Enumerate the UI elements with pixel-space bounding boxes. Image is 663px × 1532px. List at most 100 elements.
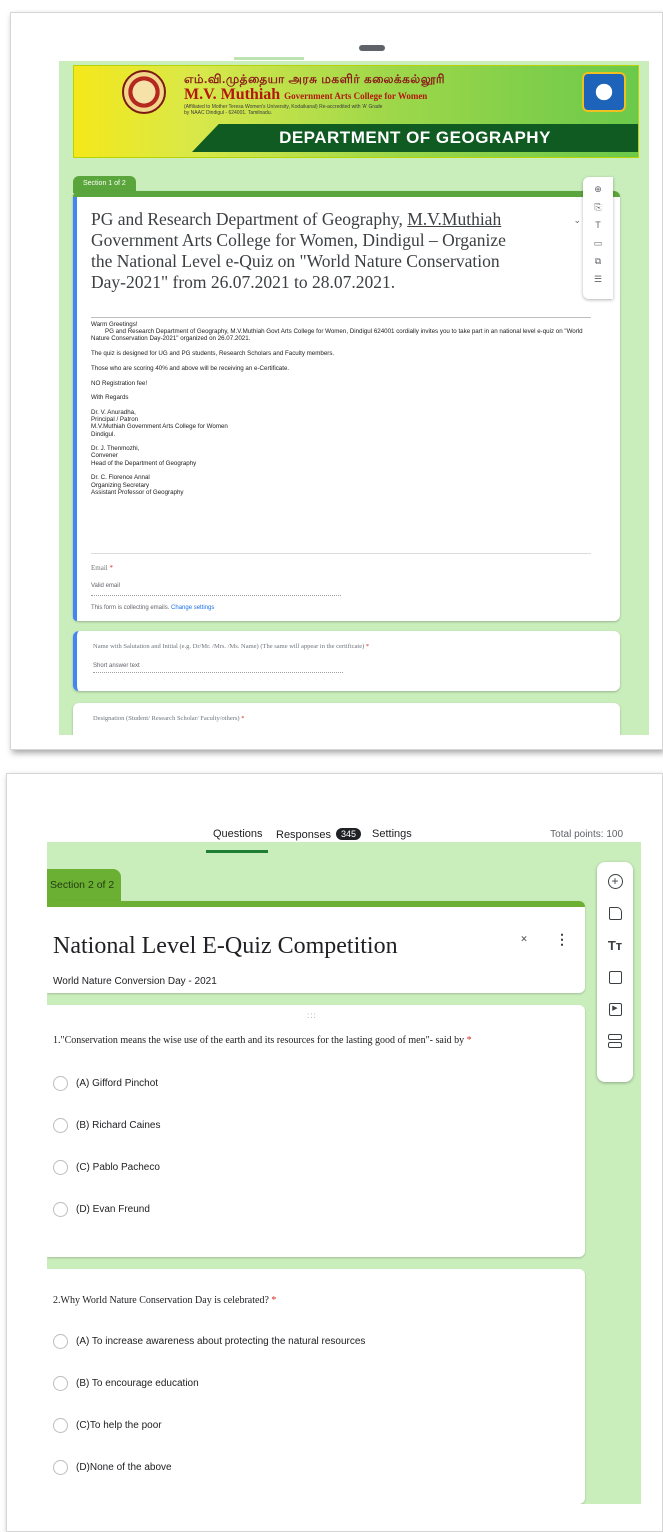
option-radio[interactable]: (B) Richard Caines [53, 1117, 160, 1133]
option-label: (A) To increase awareness about protecti… [76, 1335, 366, 1347]
naac-logo-icon [582, 72, 626, 112]
invite-text: PG and Research Department of Geography,… [91, 328, 583, 343]
add-section-icon[interactable]: ☰ [592, 273, 604, 285]
form-title-college: M.V.Muthiah [407, 209, 502, 229]
option-label: (B) Richard Caines [76, 1119, 161, 1131]
short-answer-field[interactable]: Short answer text [93, 663, 343, 673]
department-ribbon: DEPARTMENT OF GEOGRAPHY [192, 124, 638, 152]
responses-count-badge: 345 [336, 828, 362, 840]
tab-settings[interactable]: Settings [372, 828, 412, 840]
option-label: (C) Pablo Pacheco [76, 1161, 160, 1173]
radio-button[interactable] [53, 1159, 68, 1175]
add-video-icon[interactable]: ▶ [606, 1000, 624, 1018]
collapse-section-icon[interactable]: ⌄ ⌃ [519, 929, 529, 949]
radio-button[interactable] [53, 1375, 68, 1391]
option-radio[interactable]: (A) To increase awareness about protecti… [53, 1333, 365, 1349]
section-title-card[interactable]: National Level E-Quiz Competition World … [47, 901, 585, 993]
total-points: Total points: 100 [550, 829, 623, 840]
option-radio[interactable]: (B) To encourage education [53, 1375, 199, 1391]
option-label: (C)To help the poor [76, 1419, 162, 1431]
top-bar [59, 13, 649, 61]
screenshot-form-section-2: Questions Responses 345 Settings Total po… [6, 773, 663, 1532]
add-image-icon[interactable]: ▭ [592, 237, 604, 249]
add-title-icon[interactable]: Tт [606, 936, 624, 954]
section-label: Section 2 of 2 [47, 869, 121, 901]
option-radio[interactable]: (C)To help the poor [53, 1417, 162, 1433]
collapse-icon[interactable]: ⌄ [573, 215, 581, 226]
form-title-part2: Government Arts College for Women, Dindi… [91, 230, 506, 292]
question-1-text: 1."Conservation means the wise use of th… [53, 1035, 472, 1046]
radio-button[interactable] [53, 1459, 68, 1475]
radio-button[interactable] [53, 1117, 68, 1133]
patron-text: Dr. V. Anuradha, Principal / Patron M.V.… [91, 408, 228, 438]
secretary-text: Dr. C. Florence Annal Organizing Secreta… [91, 474, 184, 496]
section-description[interactable]: World Nature Conversion Day - 2021 [53, 976, 217, 987]
add-image-icon[interactable] [606, 968, 624, 986]
header-banner: எம்.வி.முத்தையா அரசு மகளிர் கலைக்கல்லூரி… [73, 65, 639, 158]
form-editor-canvas-1: எம்.வி.முத்தையா அரசு மகளிர் கலைக்கல்லூரி… [59, 13, 649, 735]
regards-text: With Regards [91, 394, 129, 402]
drag-handle-icon[interactable]: ::: [307, 1011, 317, 1020]
option-label: (D)None of the above [76, 1461, 172, 1473]
screenshot-form-section-1: எம்.வி.முத்தையா அரசு மகளிர் கலைக்கல்லூரி… [10, 12, 663, 750]
option-radio[interactable]: (D) Evan Freund [53, 1201, 150, 1217]
active-card-indicator [73, 197, 77, 621]
radio-button[interactable] [53, 1417, 68, 1433]
required-mark: * [109, 564, 113, 572]
tab-underline [234, 57, 304, 60]
fee-text: NO Registration fee! [91, 379, 148, 387]
form-title-part1: PG and Research Department of Geography, [91, 209, 408, 229]
floating-toolbar: + Tт ▶ [597, 862, 633, 1082]
add-question-icon[interactable]: ⊕ [592, 183, 604, 195]
college-affiliation: (Affiliated to Mother Teresa Women's Uni… [184, 104, 383, 116]
option-label: (B) To encourage education [76, 1377, 199, 1389]
email-field[interactable]: Valid email [91, 583, 341, 596]
add-question-icon[interactable]: + [606, 872, 624, 890]
greeting-text: Warm Greetings! [91, 321, 138, 328]
form-description[interactable]: Warm Greetings! PG and Research Departmen… [91, 321, 591, 503]
convener-text: Dr. J. Thenmozhi, Convener Head of the D… [91, 445, 197, 467]
header-indicator [359, 45, 385, 51]
college-logo-icon [122, 70, 166, 114]
add-title-icon[interactable]: T [592, 219, 604, 231]
tab-responses[interactable]: Responses 345 [276, 828, 362, 841]
form-tabs-bar: Questions Responses 345 Settings Total po… [47, 784, 641, 842]
certificate-text: Those who are scoring 40% and above will… [91, 364, 290, 372]
question-name-label: Name with Salutation and Initial (e.g. D… [93, 643, 370, 650]
option-label: (A) Gifford Pinchot [76, 1077, 159, 1089]
email-collection-note: This form is collecting emails. Change s… [91, 605, 215, 611]
option-radio[interactable]: (D)None of the above [53, 1459, 172, 1475]
radio-button[interactable] [53, 1075, 68, 1091]
tab-questions[interactable]: Questions [213, 828, 263, 840]
radio-button[interactable] [53, 1333, 68, 1349]
question-2-text: 2.Why World Nature Conservation Day is c… [53, 1295, 277, 1306]
more-vert-icon[interactable]: ⋮ [555, 931, 569, 948]
option-radio[interactable]: (C) Pablo Pacheco [53, 1159, 160, 1175]
change-settings-link[interactable]: Change settings [171, 605, 214, 611]
question-card-1[interactable]: ::: 1."Conservation means the wise use o… [47, 1005, 585, 1257]
email-label: Email * [91, 564, 113, 572]
import-questions-icon[interactable] [606, 904, 624, 922]
college-name-main: M.V. Muthiah [184, 86, 281, 103]
college-name-sub: Government Arts College for Women [284, 91, 428, 101]
add-section-icon[interactable] [606, 1032, 624, 1050]
question-card-designation[interactable]: Designation (Student/ Research Scholar/ … [73, 703, 620, 735]
option-label: (D) Evan Freund [76, 1203, 150, 1215]
active-tab-underline [206, 850, 268, 853]
floating-toolbar: ⊕ ⎘ T ▭ ⧉ ☰ [583, 177, 613, 299]
title-divider [91, 317, 591, 318]
form-title-card[interactable]: PG and Research Department of Geography,… [73, 191, 620, 621]
question-designation-label: Designation (Student/ Research Scholar/ … [93, 715, 245, 722]
import-questions-icon[interactable]: ⎘ [592, 201, 604, 213]
option-radio[interactable]: (A) Gifford Pinchot [53, 1075, 158, 1091]
form-title[interactable]: PG and Research Department of Geography,… [91, 209, 531, 293]
question-card-2[interactable]: 2.Why World Nature Conservation Day is c… [47, 1269, 585, 1504]
college-name: M.V. Muthiah Government Arts College for… [184, 86, 427, 104]
audience-text: The quiz is designed for UG and PG stude… [91, 350, 335, 358]
email-separator [91, 553, 591, 554]
radio-button[interactable] [53, 1201, 68, 1217]
question-card-name[interactable]: Name with Salutation and Initial (e.g. D… [73, 631, 620, 691]
add-video-icon[interactable]: ⧉ [592, 255, 604, 267]
form-editor-canvas-2: Questions Responses 345 Settings Total po… [47, 784, 641, 1504]
section-title[interactable]: National Level E-Quiz Competition [53, 933, 398, 960]
